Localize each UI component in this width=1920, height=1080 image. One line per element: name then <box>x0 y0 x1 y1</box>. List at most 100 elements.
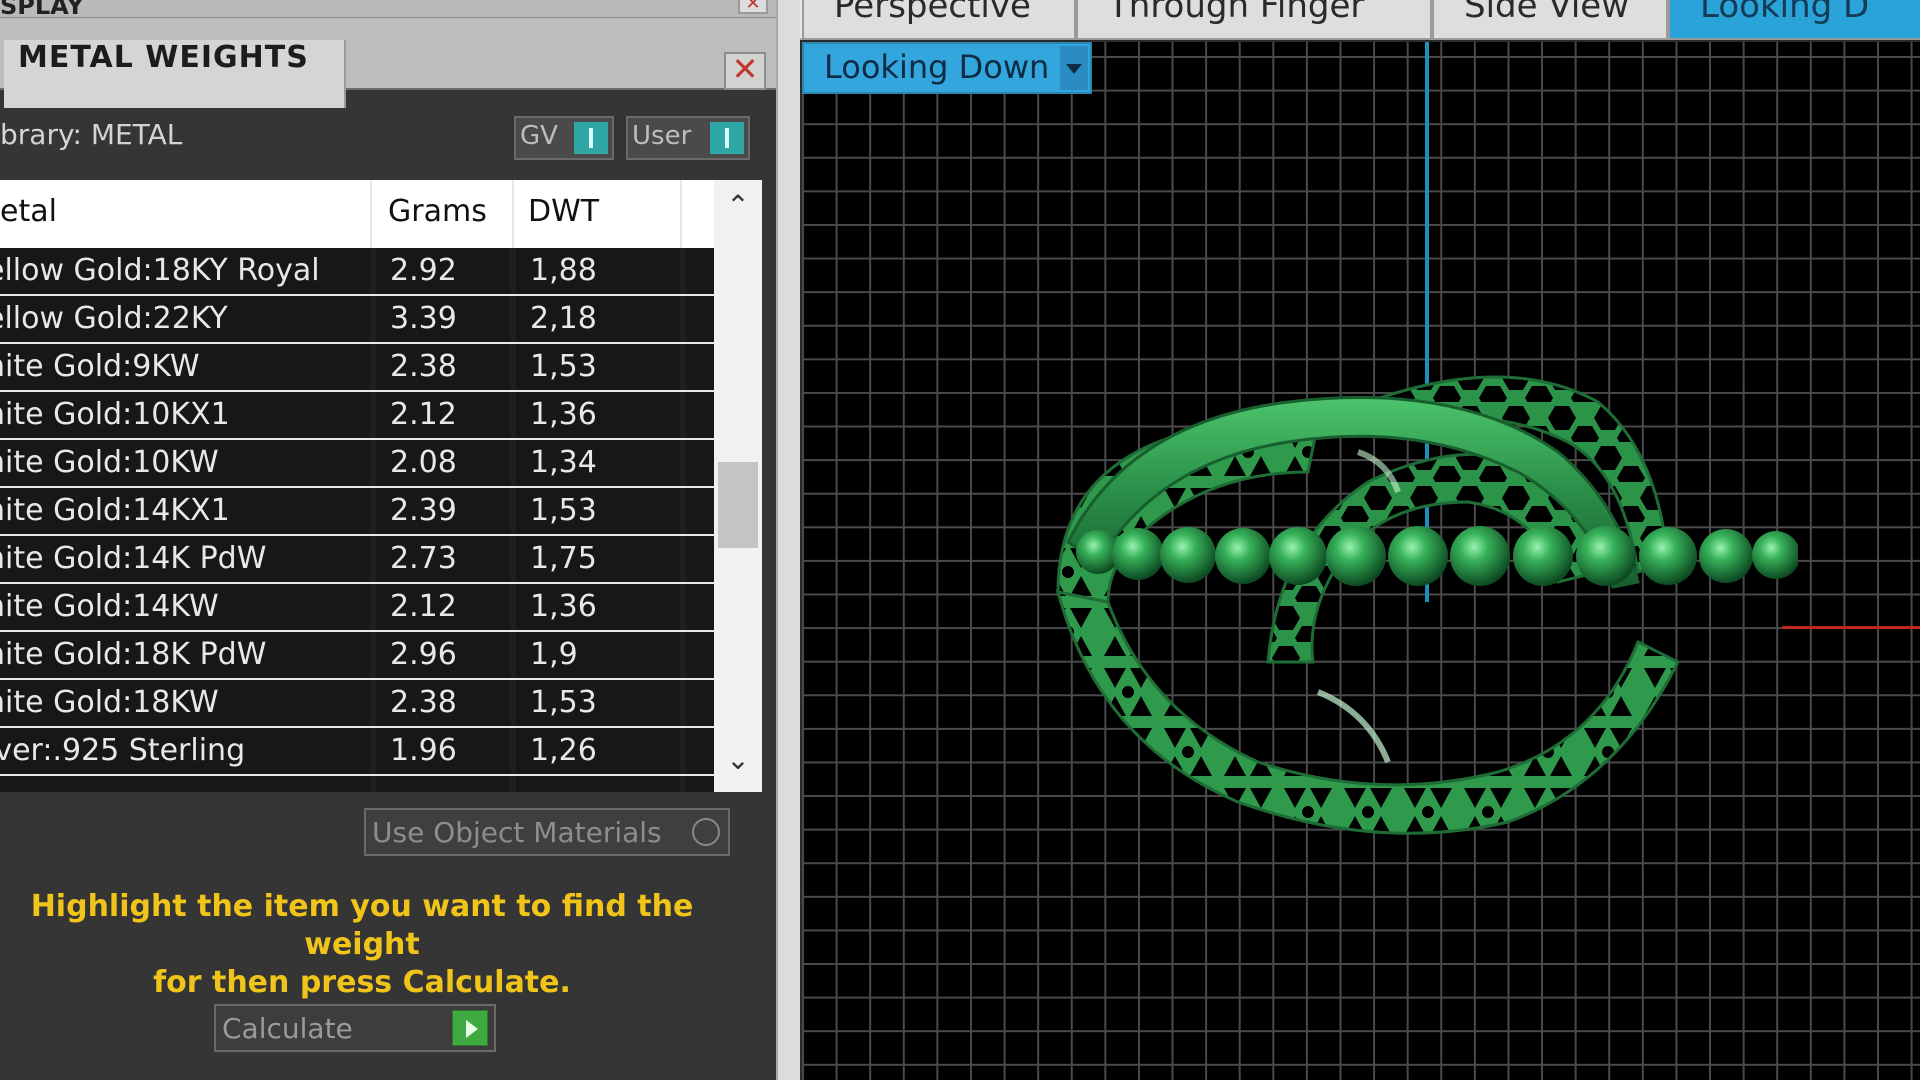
tab-through-finger[interactable]: Through Finger <box>1076 0 1432 40</box>
column-header-dwt[interactable]: DWT <box>528 194 599 229</box>
table-row[interactable]: hite Gold:10KW 2.08 1,34 <box>0 440 714 488</box>
table-body: ellow Gold:18KY Royal 2.92 1,88 ellow Gold:… <box>0 248 714 792</box>
filler-cell <box>686 248 714 294</box>
metal-cell: lver:.925 Sterling <box>0 728 370 774</box>
table-row[interactable]: hite Gold:18K PdW 2.96 1,9 <box>0 632 714 680</box>
dwt-cell: 1,53 <box>516 680 680 726</box>
grams-cell: 3.39 <box>376 296 510 342</box>
gv-library-toggle[interactable]: GV <box>514 116 614 160</box>
grams-cell: 2.73 <box>376 536 510 582</box>
view-selector-dropdown[interactable]: Looking Down <box>802 42 1092 94</box>
tab-side-view[interactable]: Side View <box>1432 0 1668 40</box>
grams-cell: 2.08 <box>376 440 510 486</box>
chevron-down-icon[interactable]: ⌄ <box>722 744 754 776</box>
metal-cell: hite Gold:10KW <box>0 440 370 486</box>
3d-viewport[interactable]: Looking Down <box>802 42 1920 1080</box>
tab-perspective[interactable]: Perspective <box>802 0 1076 40</box>
metal-cell: hite Gold:14K PdW <box>0 536 370 582</box>
table-row[interactable]: ellow Gold:22KY 3.39 2,18 <box>0 296 714 344</box>
table-row[interactable]: hite Gold:10KX1 2.12 1,36 <box>0 392 714 440</box>
instruction-line-2: for then press Calculate. <box>153 965 571 1000</box>
instruction-text: Highlight the item you want to find the … <box>0 888 724 1002</box>
table-row-partial[interactable] <box>0 776 714 792</box>
dwt-cell: 1,53 <box>516 488 680 534</box>
metal-cell: hite Gold:9KW <box>0 344 370 390</box>
user-toggle-switch-icon <box>710 122 744 154</box>
metal-cell: hite Gold:18K PdW <box>0 632 370 678</box>
play-arrow-icon[interactable] <box>452 1010 488 1046</box>
grams-cell: 2.38 <box>376 344 510 390</box>
user-toggle-label: User <box>632 121 692 151</box>
outer-title-strip: SPLAY ✕ <box>0 0 776 20</box>
chevron-down-icon[interactable] <box>1060 46 1088 90</box>
table-row[interactable]: hite Gold:9KW 2.38 1,53 <box>0 344 714 392</box>
filler-cell <box>686 296 714 342</box>
grams-cell: 2.39 <box>376 488 510 534</box>
filler-cell <box>686 440 714 486</box>
panel-close-button[interactable]: ✕ <box>724 52 766 90</box>
outer-close-button[interactable]: ✕ <box>738 0 768 14</box>
table-header: etal Grams DWT <box>0 180 682 248</box>
filler-cell <box>686 536 714 582</box>
table-row[interactable]: hite Gold:14K PdW 2.73 1,75 <box>0 536 714 584</box>
panel-splitter[interactable] <box>776 0 800 1080</box>
scrollbar-thumb[interactable] <box>718 462 758 548</box>
table-row[interactable]: lver:.925 Sterling 1.96 1,26 <box>0 728 714 776</box>
grams-cell: 2.96 <box>376 632 510 678</box>
dwt-cell: 1,9 <box>516 632 680 678</box>
partial-cell <box>686 776 714 792</box>
grams-cell: 2.38 <box>376 680 510 726</box>
use-object-materials-label: Use Object Materials <box>372 816 662 849</box>
column-divider <box>680 180 682 248</box>
bead-row <box>1076 526 1798 586</box>
metal-cell: hite Gold:10KX1 <box>0 392 370 438</box>
dwt-cell: 1,36 <box>516 584 680 630</box>
filler-cell <box>686 680 714 726</box>
tab-metal-weights[interactable]: METAL WEIGHTS <box>4 40 346 108</box>
dwt-cell: 1,88 <box>516 248 680 294</box>
metal-weights-panel: SPLAY ✕ METAL WEIGHTS ✕ brary: METAL GV … <box>0 0 776 1080</box>
table-scrollbar[interactable]: ⌃ ⌄ <box>714 180 762 792</box>
gv-toggle-switch-icon <box>574 122 608 154</box>
radio-icon[interactable] <box>692 818 720 846</box>
partial-cell <box>516 776 680 792</box>
table-row[interactable]: hite Gold:14KX1 2.39 1,53 <box>0 488 714 536</box>
column-header-metal[interactable]: etal <box>0 194 57 229</box>
grams-cell: 2.92 <box>376 248 510 294</box>
partial-cell <box>376 776 510 792</box>
library-label: brary: METAL <box>0 118 183 151</box>
column-divider <box>370 180 372 248</box>
x-axis-line <box>1782 626 1920 629</box>
column-header-grams[interactable]: Grams <box>388 194 487 229</box>
calculate-button[interactable]: Calculate <box>214 1004 496 1052</box>
panel-tab-bar: METAL WEIGHTS ✕ <box>0 18 776 108</box>
filler-cell <box>686 584 714 630</box>
dwt-cell: 1,75 <box>516 536 680 582</box>
partial-cell <box>0 776 370 792</box>
metal-cell: ellow Gold:22KY <box>0 296 370 342</box>
filler-cell <box>686 488 714 534</box>
gv-toggle-label: GV <box>520 121 558 151</box>
dwt-cell: 1,53 <box>516 344 680 390</box>
metal-weights-table: etal Grams DWT ellow Gold:18KY Royal 2.92… <box>0 180 762 792</box>
dwt-cell: 1,36 <box>516 392 680 438</box>
tab-looking-down[interactable]: Looking D <box>1668 0 1920 40</box>
table-row[interactable]: hite Gold:14KW 2.12 1,36 <box>0 584 714 632</box>
user-library-toggle[interactable]: User <box>626 116 750 160</box>
dwt-cell: 2,18 <box>516 296 680 342</box>
filler-cell <box>686 632 714 678</box>
filler-cell <box>686 728 714 774</box>
grams-cell: 2.12 <box>376 584 510 630</box>
grams-cell: 1.96 <box>376 728 510 774</box>
table-row[interactable]: hite Gold:18KW 2.38 1,53 <box>0 680 714 728</box>
dwt-cell: 1,34 <box>516 440 680 486</box>
calculate-label: Calculate <box>222 1012 353 1045</box>
filler-cell <box>686 392 714 438</box>
instruction-line-1: Highlight the item you want to find the … <box>30 889 694 962</box>
metal-cell: ellow Gold:18KY Royal <box>0 248 370 294</box>
chevron-up-icon[interactable]: ⌃ <box>722 190 754 222</box>
ring-3d-model[interactable] <box>1038 362 1798 922</box>
table-row[interactable]: ellow Gold:18KY Royal 2.92 1,88 <box>0 248 714 296</box>
outer-title: SPLAY <box>0 0 84 20</box>
use-object-materials-option[interactable]: Use Object Materials <box>364 808 730 856</box>
